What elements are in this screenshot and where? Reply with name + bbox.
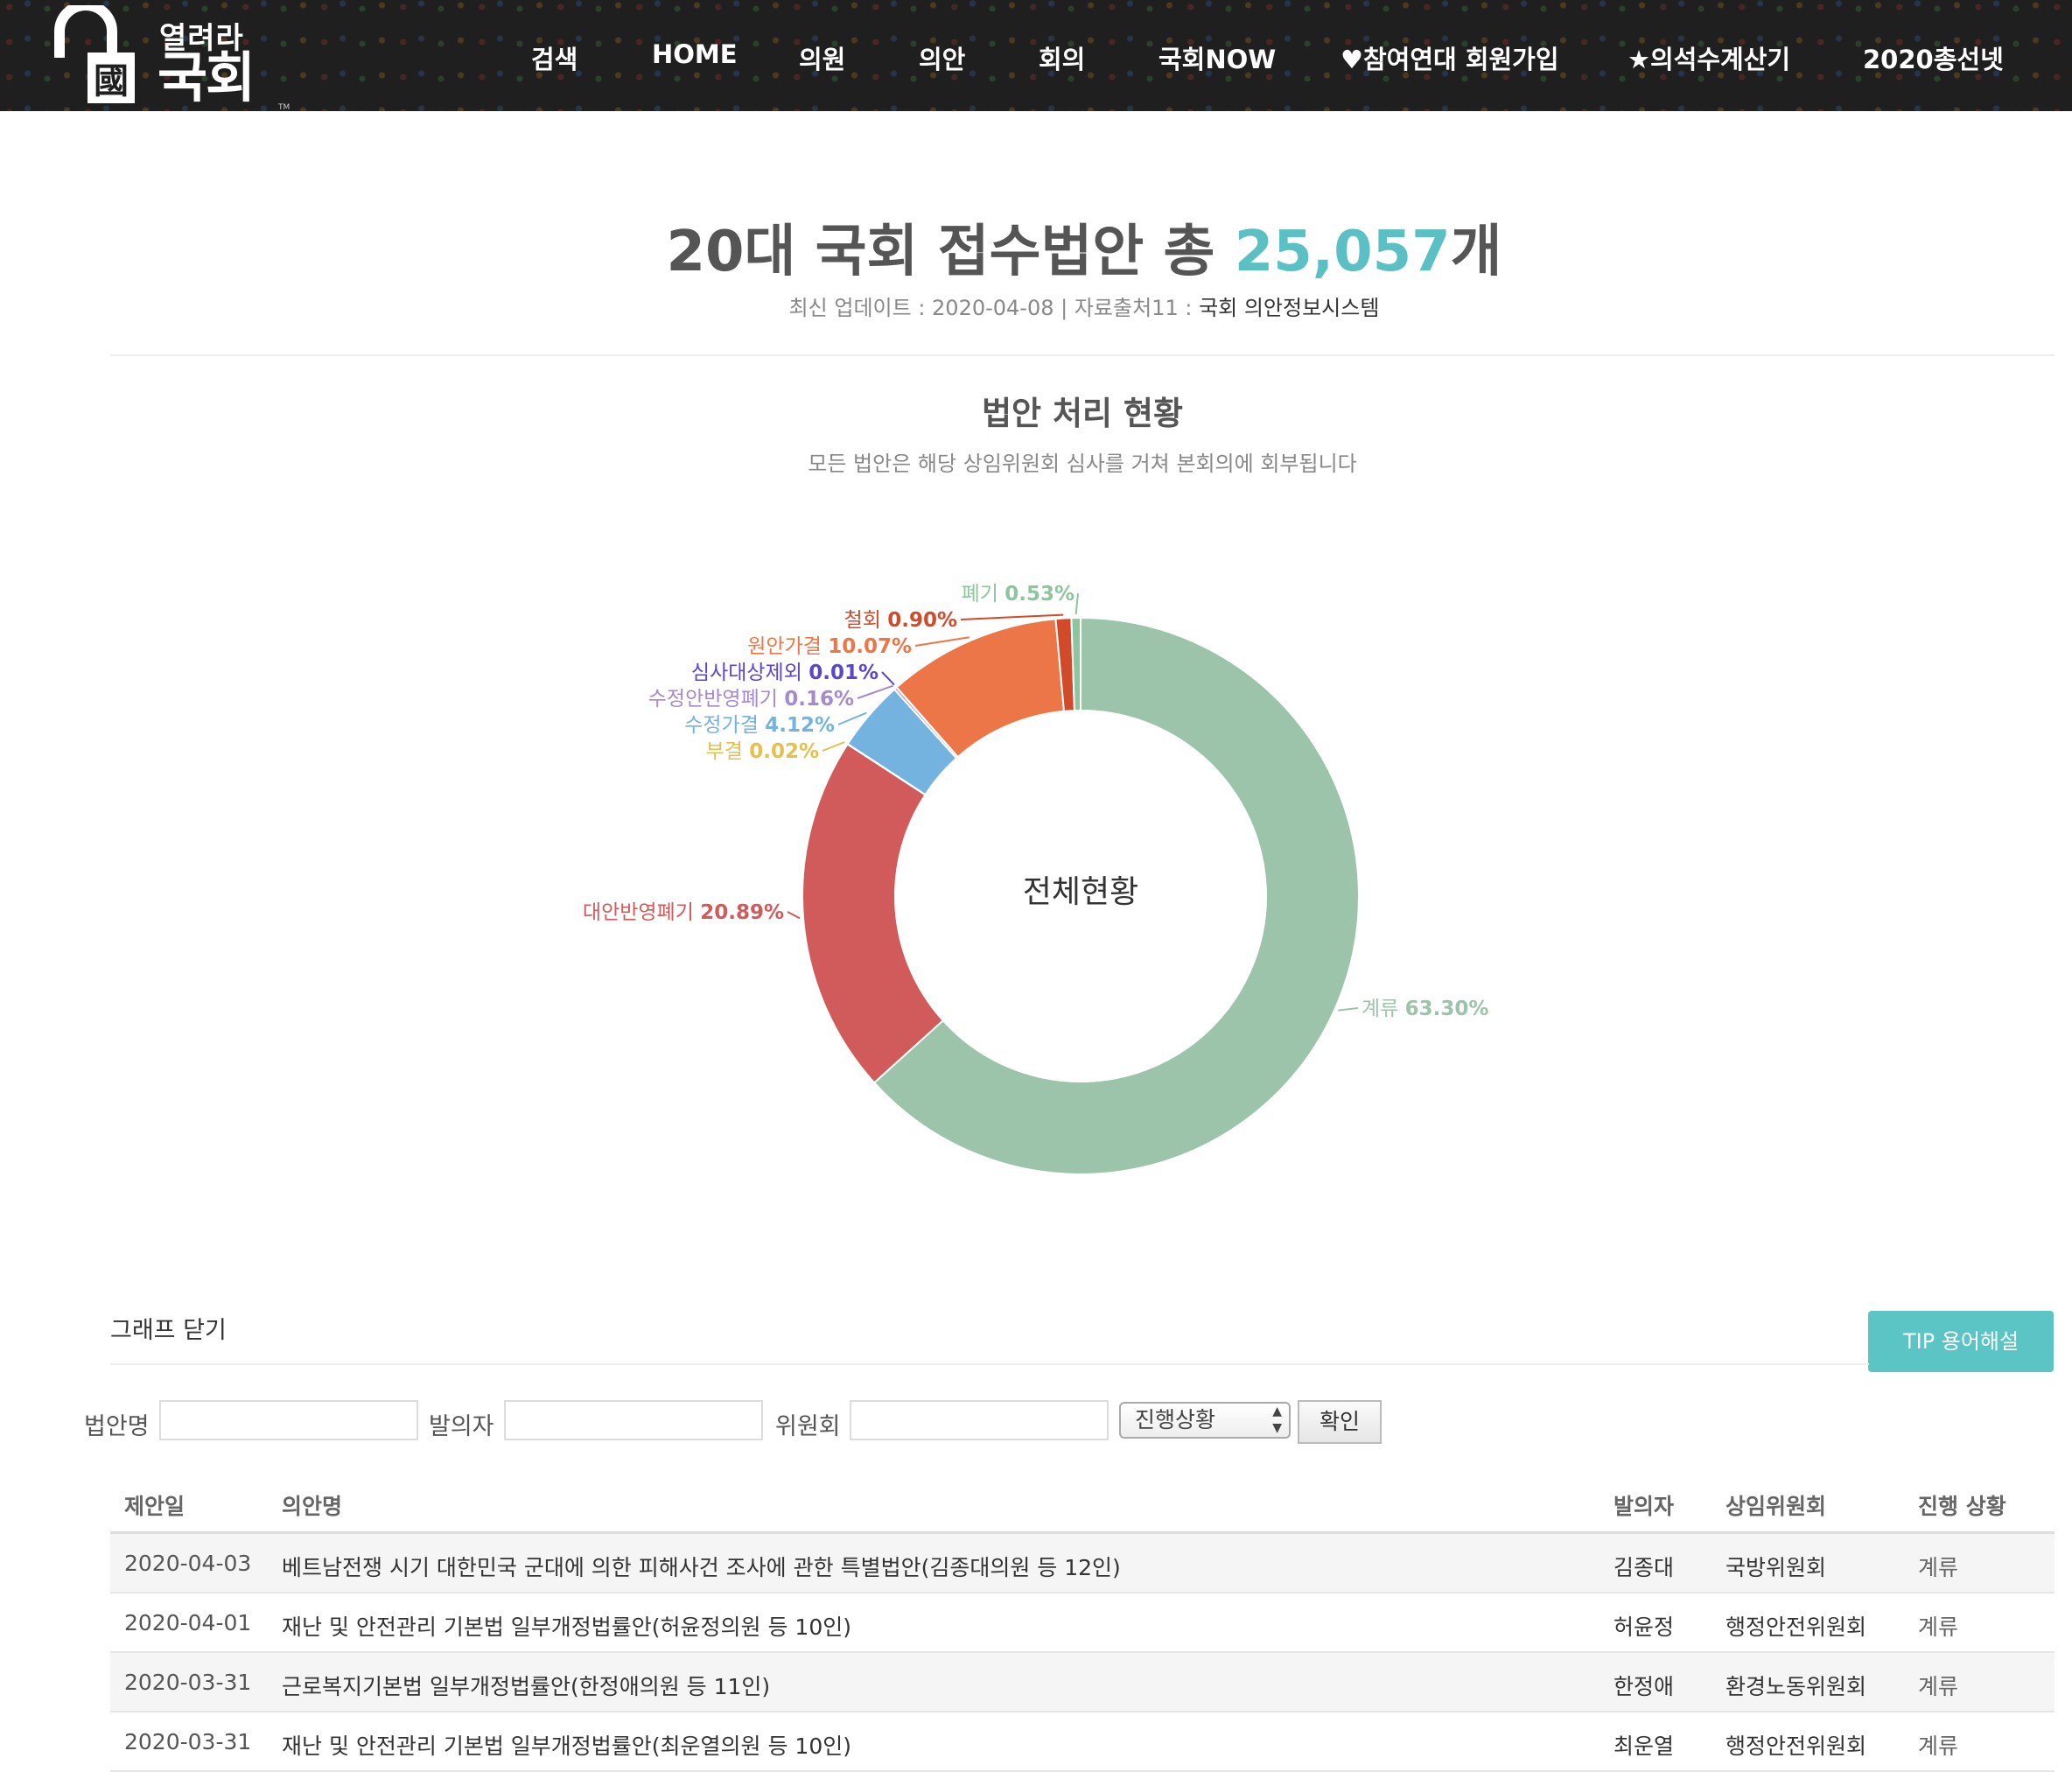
- title-suffix: 개: [1450, 220, 1502, 284]
- slice-label-2: 부결 0.02%: [706, 740, 819, 763]
- nav-election-2020[interactable]: 2020총선넷: [1863, 39, 2004, 76]
- cell-date: 2020-04-01: [124, 1610, 252, 1635]
- cell-proposer: 한정애: [1614, 1674, 1675, 1699]
- update-text: 최신 업데이트 : 2020-04-08 | 자료출처11 :: [788, 296, 1200, 320]
- graph-close-button[interactable]: 그래프 닫기: [110, 1311, 227, 1345]
- proposer-label: 발의자: [429, 1413, 494, 1440]
- header-committee[interactable]: 상임위원회: [1726, 1489, 1826, 1521]
- status-select[interactable]: 진행상황 ▲ ▼: [1119, 1402, 1291, 1439]
- divider: [110, 354, 2054, 356]
- slice-label-6: 원안가결 10.07%: [747, 635, 912, 658]
- cell-date: 2020-03-31: [124, 1670, 252, 1695]
- cell-title[interactable]: 재난 및 안전관리 기본법 일부개정법률안(최운열의원 등 10인): [282, 1729, 851, 1761]
- leader-line-5: [881, 671, 895, 686]
- header-date[interactable]: 제안일: [124, 1489, 185, 1521]
- slice-label-0: 계류 63.30%: [1362, 998, 1488, 1020]
- status-donut-chart: 계류 63.30% 대안반영폐기 20.89% 부결 0.02% 수정가결 4.12%…: [583, 583, 1488, 1175]
- bill-name-label: 법안명: [84, 1413, 150, 1440]
- leader-line-0: [1338, 1007, 1359, 1012]
- source-link[interactable]: 국회 의안정보시스템: [1199, 296, 1379, 320]
- cell-title[interactable]: 재난 및 안전관리 기본법 일부개정법률안(허윤정의원 등 10인): [282, 1610, 851, 1642]
- cell-date: 2020-04-03: [124, 1551, 252, 1576]
- nav-seat-calculator[interactable]: ★의석수계산기: [1628, 39, 1790, 76]
- cell-status: 계류: [1918, 1674, 1959, 1699]
- top-navigation-bar: 國 열려라 국회 TM 검색 HOME 의원 의안 회의 국회NOW ♥참여연대…: [0, 0, 2072, 112]
- bill-count: 25,057: [1234, 220, 1451, 284]
- cell-proposer: 허윤정: [1614, 1614, 1675, 1640]
- nav-bills[interactable]: 의안: [919, 39, 965, 76]
- table-header: 제안일 의안명 발의자 상임위원회 진행 상황: [110, 1474, 2054, 1534]
- proposer-input[interactable]: [504, 1400, 763, 1440]
- leader-line-1: [787, 911, 801, 920]
- cell-proposer: 최운열: [1614, 1733, 1675, 1759]
- leader-line-7: [960, 613, 1064, 620]
- confirm-button[interactable]: 확인: [1298, 1400, 1382, 1444]
- nav-members[interactable]: 의원: [799, 39, 845, 76]
- cell-status: 계류: [1918, 1733, 1959, 1759]
- cell-proposer: 김종대: [1614, 1555, 1675, 1580]
- section-title: 법안 처리 현황: [981, 395, 1183, 432]
- tip-glossary-button[interactable]: TIP 용어해설: [1868, 1311, 2054, 1372]
- slice-label-8: 폐기 0.53%: [962, 583, 1074, 606]
- table-row[interactable]: 2020-03-31 재난 및 안전관리 기본법 일부개정법률안(최운열의원 등…: [110, 1712, 2054, 1772]
- table-row[interactable]: 2020-04-03 베트남전쟁 시기 대한민국 군대에 의한 피해사건 조사에…: [110, 1534, 2054, 1593]
- cell-committee: 행정안전위원회: [1726, 1733, 1867, 1759]
- committee-label: 위원회: [775, 1413, 841, 1440]
- slice-label-4: 수정안반영폐기 0.16%: [648, 688, 854, 711]
- header-title[interactable]: 의안명: [282, 1489, 342, 1521]
- chart-center-label: 전체현황: [1023, 874, 1138, 910]
- leader-line-2: [822, 741, 845, 752]
- cell-committee: 환경노동위원회: [1726, 1674, 1867, 1699]
- update-info: 최신 업데이트 : 2020-04-08 | 자료출처11 : 국회 의안정보시…: [0, 291, 2072, 321]
- table-row[interactable]: 2020-03-31 근로복지기본법 일부개정법률안(한정애의원 등 11인) …: [110, 1653, 2054, 1712]
- table-row[interactable]: 2020-04-01 재난 및 안전관리 기본법 일부개정법률안(허윤정의원 등…: [110, 1593, 2054, 1653]
- cell-status: 계류: [1918, 1614, 1959, 1640]
- section-subtitle: 모든 법안은 해당 상임위원회 심사를 거쳐 본회의에 회부됩니다: [808, 452, 1357, 476]
- slice-label-1: 대안반영폐기 20.89%: [583, 901, 784, 924]
- divider: [110, 1363, 1869, 1365]
- nav-home[interactable]: HOME: [652, 39, 738, 69]
- select-arrows-icon: ▲ ▼: [1272, 1404, 1282, 1435]
- cell-title[interactable]: 근로복지기본법 일부개정법률안(한정애의원 등 11인): [282, 1670, 770, 1701]
- slice-label-7: 철회 0.90%: [844, 609, 957, 632]
- bill-name-input[interactable]: [159, 1400, 418, 1440]
- nav-assembly-now[interactable]: 국회NOW: [1158, 39, 1276, 76]
- donut-slice-1[interactable]: [802, 743, 945, 1084]
- cell-status: 계류: [1918, 1555, 1959, 1580]
- cell-committee: 행정안전위원회: [1726, 1614, 1867, 1640]
- slice-label-5: 심사대상제외 0.01%: [691, 662, 878, 684]
- title-prefix: 20대 국회 접수법안 총: [666, 220, 1235, 284]
- nav-join-membership[interactable]: ♥참여연대 회원가입: [1340, 39, 1559, 76]
- committee-input[interactable]: [850, 1400, 1109, 1440]
- status-select-value: 진행상황: [1135, 1407, 1216, 1432]
- leader-line-8: [1074, 592, 1079, 615]
- cell-title[interactable]: 베트남전쟁 시기 대한민국 군대에 의한 피해사건 조사에 관한 특별법안(김종…: [282, 1551, 1121, 1582]
- slice-label-3: 수정가결 4.12%: [684, 714, 835, 737]
- cell-date: 2020-03-31: [124, 1729, 252, 1754]
- header-proposer[interactable]: 발의자: [1614, 1489, 1674, 1521]
- nav-search[interactable]: 검색: [531, 39, 578, 76]
- main-nav: 검색 HOME 의원 의안 회의 국회NOW ♥참여연대 회원가입 ★의석수계산…: [0, 0, 2072, 111]
- bills-table: 제안일 의안명 발의자 상임위원회 진행 상황 2020-04-03 베트남전쟁…: [110, 1474, 2054, 1772]
- page-title: 20대 국회 접수법안 총 25,057개: [0, 207, 2072, 287]
- nav-meetings[interactable]: 회의: [1039, 39, 1085, 76]
- header-status[interactable]: 진행 상황: [1918, 1489, 2006, 1521]
- cell-committee: 국방위원회: [1726, 1555, 1827, 1580]
